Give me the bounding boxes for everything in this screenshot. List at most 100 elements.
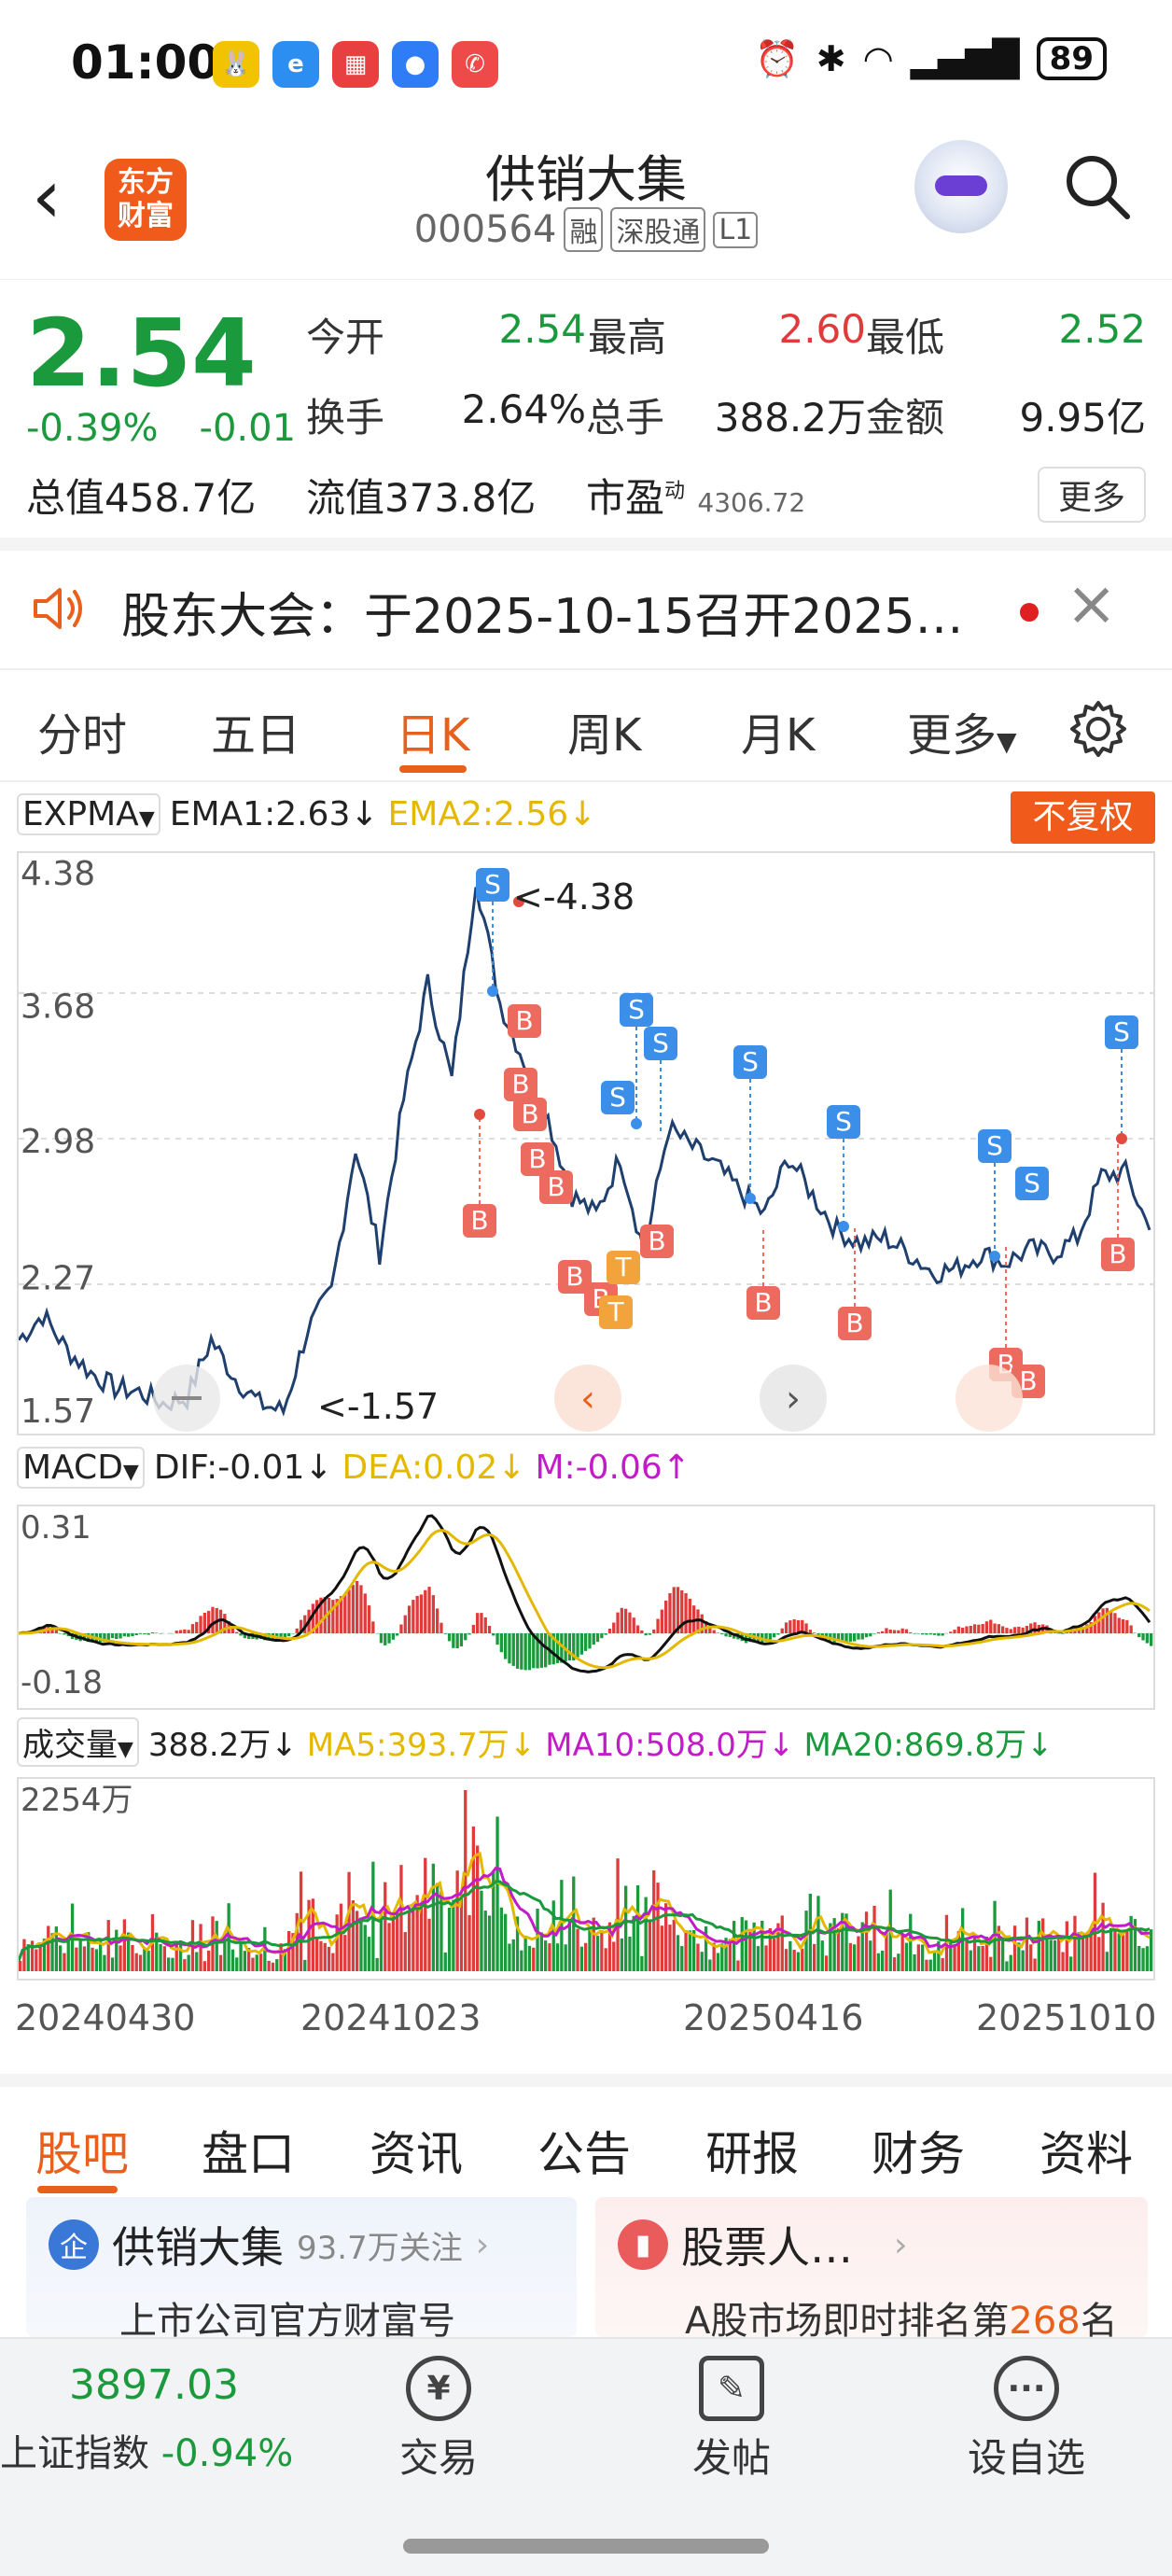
macd-bar	[539, 1633, 543, 1668]
macd-bar	[632, 1617, 635, 1633]
macd-bar	[476, 1613, 480, 1633]
svg-text:B: B	[648, 1225, 665, 1256]
quote-grid: 今开 2.54 最高 2.60 最低 2.52 换手 2.64% 总手 388.2万 金额…	[306, 306, 1146, 547]
tab-monthly-k[interactable]: 月K	[741, 698, 815, 763]
volume-bar	[672, 1919, 676, 1971]
tab-weekly-k[interactable]: 周K	[567, 698, 641, 763]
macd-bar	[972, 1624, 977, 1633]
tab-intraday[interactable]: 分时	[37, 698, 127, 763]
expma-select[interactable]: EXPMA▼	[17, 793, 160, 835]
more-button[interactable]: 更多	[1037, 467, 1146, 523]
volume-chart[interactable]: 2254万	[17, 1777, 1155, 1981]
volume-bar	[676, 1935, 680, 1971]
volume-bar	[536, 1909, 539, 1971]
tab-finance[interactable]: 财务	[872, 2117, 965, 2184]
gear-icon[interactable]	[1067, 698, 1129, 760]
volume-bar	[520, 1950, 523, 1971]
tab-profile[interactable]: 资料	[1039, 2117, 1133, 2184]
macd-bar	[119, 1633, 122, 1639]
svg-text:T: T	[614, 1252, 632, 1282]
company-account-card[interactable]: 企 供销大集 93.7万关注 › 上市公司官方财富号	[26, 2197, 577, 2343]
volume-bar	[1145, 1946, 1149, 1971]
nav-add-watchlist[interactable]: ··· 设自选	[952, 2356, 1101, 2484]
volume-bar	[579, 1946, 583, 1971]
macd-bar	[291, 1633, 295, 1634]
info-tabs: 股吧 盘口 资讯 公告 研报 财务 资料	[0, 2074, 1172, 2193]
volume-bar	[396, 1911, 399, 1971]
x-label: 20241023	[300, 1997, 481, 2038]
svg-text:B: B	[470, 1205, 488, 1236]
kline-chart[interactable]: 4.38 3.68 2.98 2.27 1.57 S S S S S S S S S B…	[17, 851, 1155, 1435]
volume-bar	[351, 1900, 355, 1971]
volume-bar	[215, 1921, 218, 1971]
volume-bar	[796, 1952, 801, 1971]
volume-select-label: 成交量	[22, 1727, 118, 1764]
chevron-down-icon: ▼	[138, 807, 155, 831]
search-icon[interactable]	[1060, 149, 1135, 224]
follow-count: 93.7万关注	[297, 2229, 463, 2267]
ema1-value: EMA1:2.63↓	[169, 795, 379, 833]
tab-daily-k[interactable]: 日K	[396, 698, 469, 763]
volume-bar	[916, 1944, 920, 1971]
macd-bar	[600, 1633, 604, 1639]
expand-button[interactable]	[956, 1365, 1023, 1432]
macd-bar	[467, 1633, 471, 1635]
tab-announcements[interactable]: 公告	[537, 2117, 631, 2184]
tab-more[interactable]: 更多▼	[907, 698, 1017, 763]
macd-bar	[520, 1633, 523, 1670]
macd-chart[interactable]: 0.31 -0.18	[17, 1505, 1155, 1710]
tab-research[interactable]: 研报	[705, 2117, 799, 2184]
quote-label: 总手	[586, 395, 665, 441]
macd-bar	[211, 1606, 215, 1633]
macd-bar	[576, 1633, 579, 1658]
macd-bar	[146, 1633, 150, 1635]
nav-post[interactable]: ✎ 发帖	[657, 2356, 806, 2484]
notice-banner[interactable]: 股东大会：于2025-10-15召开2025… ×	[0, 551, 1172, 670]
macd-bar	[178, 1630, 183, 1633]
tab-five-day[interactable]: 五日	[211, 698, 300, 763]
stock-rank-card[interactable]: ▮ 股票人… › A股市场即时排名第268名	[595, 2197, 1148, 2343]
active-tab-indicator	[37, 2186, 118, 2193]
volume-bar	[483, 1911, 487, 1971]
dea-value: DEA:0.02↓	[342, 1449, 526, 1487]
no-adjust-button[interactable]: 不复权	[1011, 791, 1155, 844]
close-icon[interactable]: ×	[1066, 567, 1117, 639]
ma10-text: MA10:508.0万	[545, 1727, 768, 1764]
volume-bar	[511, 1939, 515, 1971]
svg-text:S: S	[835, 1106, 852, 1137]
index-ticker[interactable]: 上证指数 -0.94%	[0, 2423, 293, 2477]
macd-bar	[59, 1633, 63, 1634]
volume-bar	[668, 1925, 672, 1971]
volume-bar	[35, 1949, 38, 1971]
volume-bar	[684, 1930, 688, 1971]
ai-assistant-robot-icon[interactable]	[914, 140, 1008, 233]
macd-bar	[684, 1593, 688, 1633]
macd-bar	[773, 1633, 776, 1638]
volume-bar	[63, 1953, 66, 1971]
y-axis-label: 2.98	[21, 1123, 95, 1161]
macd-bar	[412, 1600, 415, 1633]
tab-order-book[interactable]: 盘口	[202, 2117, 295, 2184]
macd-bar	[872, 1633, 876, 1634]
volume-bar	[632, 1915, 635, 1971]
nav-post-label: 发帖	[691, 2435, 771, 2481]
macd-bar	[134, 1633, 138, 1635]
volume-bar	[1041, 1918, 1045, 1971]
macd-bar	[115, 1633, 119, 1640]
macd-select[interactable]: MACD▼	[17, 1447, 145, 1489]
tab-news[interactable]: 资讯	[370, 2117, 463, 2184]
volume-bar	[1121, 1935, 1125, 1971]
notice-text: 股东大会：于2025-10-15召开2025…	[121, 589, 964, 645]
tab-guba[interactable]: 股吧	[35, 2117, 129, 2184]
volume-select[interactable]: 成交量▼	[17, 1717, 139, 1767]
macd-bar	[495, 1633, 499, 1645]
macd-bar	[1009, 1629, 1012, 1633]
nav-trade[interactable]: ¥ 交易	[364, 2356, 513, 2484]
chevron-right-icon: ›	[786, 1378, 801, 1421]
macd-bar	[407, 1605, 412, 1633]
macd-bar	[1001, 1626, 1005, 1633]
buy-marker-b: B	[508, 1004, 541, 1038]
company-card-title: 企 供销大集 93.7万关注 ›	[49, 2214, 489, 2275]
macd-bar	[1137, 1633, 1141, 1638]
volume-bar	[708, 1959, 712, 1971]
